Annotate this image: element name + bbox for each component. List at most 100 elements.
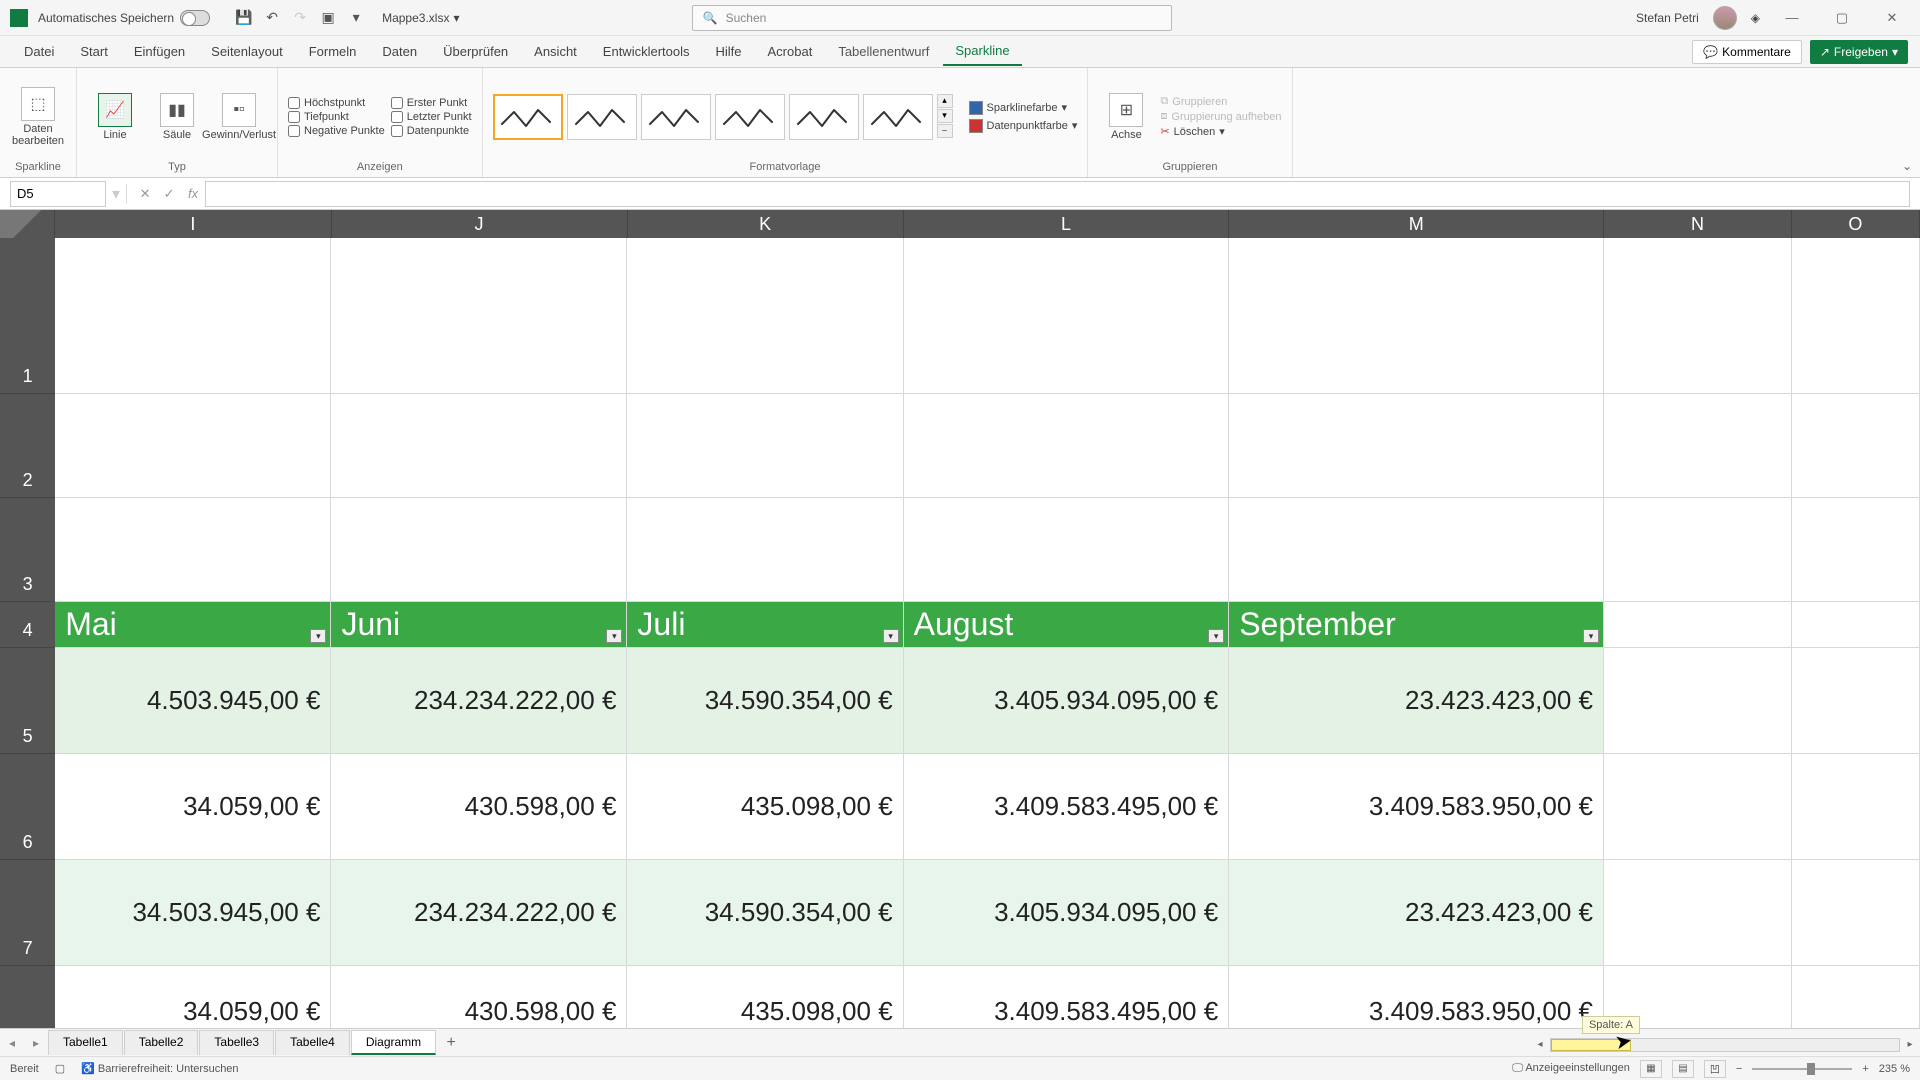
- cell[interactable]: Juni▾: [331, 602, 627, 648]
- cancel-formula-icon[interactable]: ✕: [133, 182, 157, 206]
- enter-formula-icon[interactable]: ✓: [157, 182, 181, 206]
- lowpoint-checkbox[interactable]: Tiefpunkt: [288, 111, 385, 123]
- search-input[interactable]: 🔍 Suchen: [692, 5, 1172, 31]
- diamond-icon[interactable]: ◈: [1751, 11, 1760, 25]
- tab-data[interactable]: Daten: [370, 38, 429, 65]
- cell[interactable]: [1604, 394, 1792, 498]
- gallery-more-icon[interactable]: ⎯: [937, 124, 953, 138]
- scroll-right-icon[interactable]: ▸: [1901, 1039, 1919, 1053]
- cell[interactable]: 435.098,00 €: [627, 966, 903, 1028]
- cell[interactable]: [904, 498, 1230, 602]
- camera-icon[interactable]: ▣: [314, 4, 342, 32]
- style-swatch[interactable]: [641, 94, 711, 140]
- cell[interactable]: 430.598,00 €: [331, 754, 627, 860]
- accessibility-status[interactable]: ♿ Barrierefreiheit: Untersuchen: [81, 1062, 238, 1075]
- sheet-nav-prev[interactable]: ◂: [0, 1036, 24, 1050]
- column-header[interactable]: L: [904, 210, 1230, 238]
- tab-formulas[interactable]: Formeln: [297, 38, 369, 65]
- highpoint-checkbox[interactable]: Höchstpunkt: [288, 97, 385, 109]
- save-icon[interactable]: 💾: [230, 4, 258, 32]
- cell[interactable]: [1792, 238, 1920, 394]
- zoom-in-button[interactable]: +: [1862, 1063, 1868, 1075]
- sheet-tab[interactable]: Tabelle2: [124, 1030, 199, 1055]
- cell[interactable]: August▾: [904, 602, 1230, 648]
- cell[interactable]: [1604, 648, 1792, 754]
- cell[interactable]: [331, 498, 627, 602]
- row-header[interactable]: 2: [0, 394, 55, 498]
- tab-table-design[interactable]: Tabellenentwurf: [826, 38, 941, 65]
- cell[interactable]: [627, 498, 903, 602]
- markers-checkbox[interactable]: Datenpunkte: [391, 125, 472, 137]
- column-header[interactable]: K: [628, 210, 904, 238]
- gallery-down-icon[interactable]: ▾: [937, 109, 953, 123]
- sparkline-color-button[interactable]: Sparklinefarbe ▾: [969, 101, 1078, 115]
- cell[interactable]: [1792, 498, 1920, 602]
- cell[interactable]: 234.234.222,00 €: [331, 648, 627, 754]
- style-gallery[interactable]: ▴ ▾ ⎯: [493, 94, 953, 140]
- sheet-nav-next[interactable]: ▸: [24, 1036, 48, 1050]
- tab-sparkline[interactable]: Sparkline: [943, 37, 1021, 66]
- style-swatch[interactable]: [493, 94, 563, 140]
- cell[interactable]: 34.590.354,00 €: [627, 648, 903, 754]
- collapse-ribbon-button[interactable]: ⌄: [1894, 155, 1920, 177]
- cell[interactable]: 435.098,00 €: [627, 754, 903, 860]
- autosave-toggle[interactable]: Automatisches Speichern: [38, 10, 210, 26]
- cell[interactable]: [1792, 860, 1920, 966]
- username[interactable]: Stefan Petri: [1636, 11, 1699, 25]
- cell[interactable]: [1229, 498, 1604, 602]
- formula-input[interactable]: [205, 181, 1910, 207]
- row-header[interactable]: 6: [0, 754, 55, 860]
- tab-home[interactable]: Start: [68, 38, 119, 65]
- cell[interactable]: 34.059,00 €: [55, 754, 331, 860]
- clear-button[interactable]: ✂Löschen▾: [1160, 125, 1281, 138]
- column-header[interactable]: O: [1792, 210, 1920, 238]
- select-all-corner[interactable]: [0, 210, 55, 238]
- cell[interactable]: [331, 238, 627, 394]
- cell[interactable]: [627, 238, 903, 394]
- sheet-tab[interactable]: Tabelle4: [275, 1030, 350, 1055]
- comments-button[interactable]: 💬 Kommentare: [1692, 40, 1802, 64]
- tab-view[interactable]: Ansicht: [522, 38, 589, 65]
- style-swatch[interactable]: [567, 94, 637, 140]
- tab-review[interactable]: Überprüfen: [431, 38, 520, 65]
- column-header[interactable]: N: [1604, 210, 1791, 238]
- cell[interactable]: [55, 238, 331, 394]
- cell[interactable]: [1604, 860, 1792, 966]
- cell[interactable]: [1604, 754, 1792, 860]
- sheet-tab[interactable]: Diagramm: [351, 1030, 436, 1055]
- cell[interactable]: [1792, 966, 1920, 1028]
- row-header[interactable]: 5: [0, 648, 55, 754]
- gallery-up-icon[interactable]: ▴: [937, 94, 953, 108]
- cell[interactable]: 34.059,00 €: [55, 966, 331, 1028]
- filter-dropdown-icon[interactable]: ▾: [1208, 629, 1224, 643]
- style-swatch[interactable]: [715, 94, 785, 140]
- style-swatch[interactable]: [789, 94, 859, 140]
- filename[interactable]: Mappe3.xlsx ▾: [382, 11, 459, 25]
- cell[interactable]: [1792, 394, 1920, 498]
- cell[interactable]: [1229, 238, 1604, 394]
- negative-checkbox[interactable]: Negative Punkte: [288, 125, 385, 137]
- share-button[interactable]: ↗ Freigeben ▾: [1810, 40, 1908, 64]
- tab-insert[interactable]: Einfügen: [122, 38, 197, 65]
- sheet-tab[interactable]: Tabelle1: [48, 1030, 123, 1055]
- page-layout-view-icon[interactable]: ▤: [1672, 1060, 1694, 1078]
- row-header[interactable]: 1: [0, 238, 55, 394]
- tab-help[interactable]: Hilfe: [704, 38, 754, 65]
- zoom-slider[interactable]: [1752, 1068, 1852, 1070]
- name-box[interactable]: D5: [10, 181, 106, 207]
- cell[interactable]: [1604, 498, 1792, 602]
- cell[interactable]: [331, 394, 627, 498]
- type-winloss-button[interactable]: ▪▫ Gewinn/Verlust: [211, 93, 267, 141]
- cell[interactable]: [1792, 648, 1920, 754]
- cell[interactable]: September▾: [1229, 602, 1604, 648]
- style-swatch[interactable]: [863, 94, 933, 140]
- cell[interactable]: 3.409.583.950,00 €: [1229, 754, 1604, 860]
- lastpoint-checkbox[interactable]: Letzter Punkt: [391, 111, 472, 123]
- sheet-tab[interactable]: Tabelle3: [199, 1030, 274, 1055]
- row-header[interactable]: 4: [0, 602, 55, 648]
- tab-developer[interactable]: Entwicklertools: [591, 38, 702, 65]
- close-button[interactable]: ✕: [1874, 4, 1910, 32]
- toggle-switch-icon[interactable]: [180, 10, 210, 26]
- display-settings-button[interactable]: 🖵 Anzeigeeinstellungen: [1512, 1062, 1630, 1075]
- edit-data-button[interactable]: ⬚ Daten bearbeiten: [10, 87, 66, 147]
